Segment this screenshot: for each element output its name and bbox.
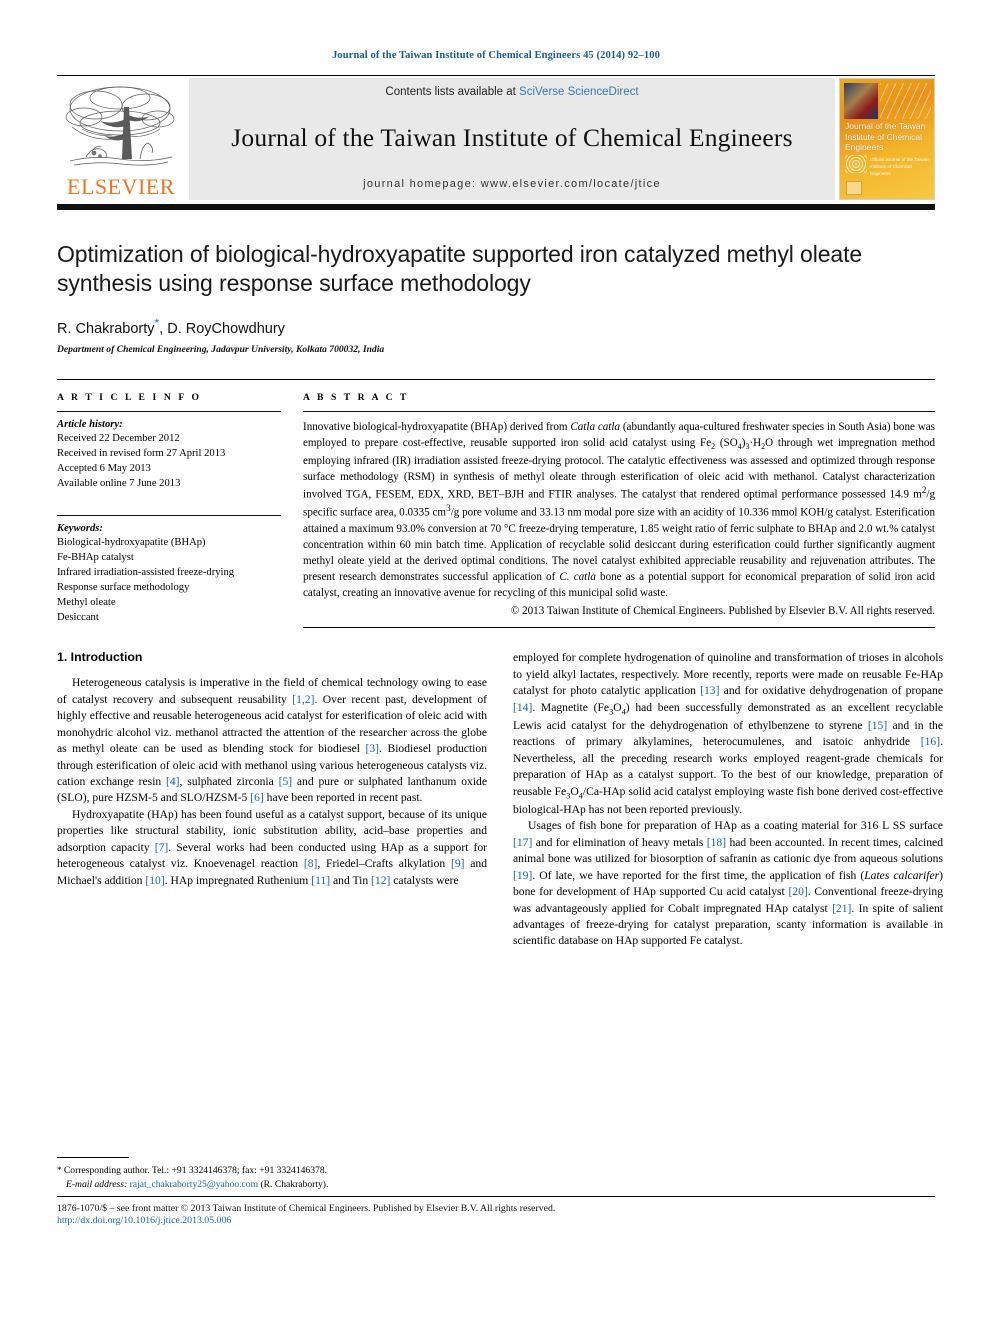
reference-link[interactable]: [3]	[366, 742, 380, 755]
reference-link[interactable]: [19]	[513, 869, 532, 882]
info-abstract-row: A R T I C L E I N F O Article history: R…	[57, 378, 935, 629]
reference-link[interactable]: [20]	[788, 885, 807, 898]
abstract-text: Innovative biological-hydroxyapatite (BH…	[303, 420, 935, 600]
history-received: Received 22 December 2012	[57, 432, 180, 444]
issn-copyright-line: 1876-1070/$ – see front matter © 2013 Ta…	[57, 1203, 556, 1214]
keyword-item: Biological-hydroxyapatite (BHAp)	[57, 536, 206, 548]
history-online: Available online 7 June 2013	[57, 477, 181, 489]
author-primary: R. Chakraborty	[57, 320, 155, 337]
abstract-heading: A B S T R A C T	[303, 391, 409, 403]
cover-publisher-logo-icon	[846, 181, 862, 195]
keywords-rule	[57, 514, 281, 516]
reference-link[interactable]: [4]	[166, 775, 180, 788]
abstract-copyright: © 2013 Taiwan Institute of Chemical Engi…	[510, 605, 935, 618]
elsevier-tree-icon	[65, 86, 175, 166]
abstract-bottom-rule	[303, 627, 935, 629]
abstract-rule	[303, 410, 935, 412]
section-title-introduction: 1. Introduction	[57, 650, 143, 665]
body-column-right: employed for complete hydrogenation of q…	[513, 650, 943, 950]
reference-link[interactable]: [16]	[921, 735, 940, 748]
author-list: R. Chakraborty*, D. RoyChowdhury	[57, 316, 935, 337]
cover-emblem-icon	[845, 155, 867, 173]
body-column-left: 1. Introduction Heterogeneous catalysis …	[57, 650, 487, 950]
reference-link[interactable]: [13]	[700, 684, 719, 697]
article-info-rule	[57, 410, 281, 412]
cover-title: Journal of the Taiwan Institute of Chemi…	[845, 121, 926, 153]
page-footer: 1876-1070/$ – see front matter © 2013 Ta…	[57, 1196, 935, 1226]
footnote-email-suffix: (R. Chakraborty).	[258, 1179, 329, 1191]
reference-link[interactable]: [1,2]	[292, 693, 314, 706]
keywords-label: Keywords:	[57, 522, 103, 534]
footnote-rule	[57, 1157, 129, 1158]
reference-link[interactable]: [15]	[868, 719, 887, 732]
title-block: Optimization of biological-hydroxyapatit…	[57, 240, 935, 355]
contents-prefix: Contents lists available at	[385, 86, 520, 98]
page-title: Optimization of biological-hydroxyapatit…	[57, 241, 863, 297]
reference-link[interactable]: [5]	[279, 775, 293, 788]
keywords-block: Keywords: Biological-hydroxyapatite (BHA…	[57, 514, 281, 625]
article-info-heading: A R T I C L E I N F O	[57, 391, 202, 403]
footnote-corresponding-text: Corresponding author. Tel.: +91 33241463…	[61, 1165, 328, 1176]
affiliation: Department of Chemical Engineering, Jada…	[57, 343, 385, 355]
doi-link[interactable]: http://dx.doi.org/10.1016/j.jtice.2013.0…	[57, 1215, 935, 1226]
keyword-item: Response surface methodology	[57, 581, 190, 593]
reference-link[interactable]: [17]	[513, 836, 532, 849]
keyword-item: Fe-BHAp catalyst	[57, 551, 134, 563]
intro-paragraph-3-continued: employed for complete hydrogenation of q…	[513, 651, 944, 816]
abstract-column: A B S T R A C T Innovative biological-hy…	[303, 392, 935, 629]
reference-link[interactable]: [21]	[832, 902, 851, 915]
reference-link[interactable]: [7]	[155, 841, 169, 854]
paper-page: Journal of the Taiwan Institute of Chemi…	[0, 0, 992, 1323]
journal-title: Journal of the Taiwan Institute of Chemi…	[231, 123, 793, 152]
reference-link[interactable]: [6]	[250, 791, 264, 804]
reference-link[interactable]: [8]	[304, 857, 318, 870]
reference-link[interactable]: [14]	[513, 701, 532, 714]
body-columns: 1. Introduction Heterogeneous catalysis …	[57, 650, 943, 950]
reference-link[interactable]: [11]	[311, 874, 330, 887]
elsevier-wordmark: ELSEVIER	[67, 174, 175, 199]
article-history-label: Article history:	[57, 418, 123, 430]
history-accepted: Accepted 6 May 2013	[57, 462, 151, 474]
history-revised: Received in revised form 27 April 2013	[57, 447, 226, 459]
intro-paragraph-1: Heterogeneous catalysis is imperative in…	[57, 676, 487, 805]
elsevier-logo: ELSEVIER	[57, 78, 185, 200]
contents-list-line: Contents lists available at SciVerse Sci…	[189, 86, 835, 98]
masthead: ELSEVIER Contents lists available at Sci…	[57, 75, 935, 210]
reference-link[interactable]: [12]	[371, 874, 390, 887]
footnote-block: * Corresponding author. Tel.: +91 332414…	[57, 1157, 487, 1193]
footnote-email-link[interactable]: rajat_chakraborty25@yahoo.com	[130, 1179, 258, 1190]
keyword-item: Desiccant	[57, 611, 99, 623]
keyword-item: Methyl oleate	[57, 596, 116, 608]
article-info-column: A R T I C L E I N F O Article history: R…	[57, 392, 303, 629]
sciencedirect-link[interactable]: SciVerse ScienceDirect	[519, 86, 639, 98]
cover-line-pattern	[880, 83, 931, 119]
cover-photo	[844, 83, 878, 119]
masthead-top-rule	[57, 75, 935, 76]
running-head: Journal of the Taiwan Institute of Chemi…	[332, 50, 660, 61]
journal-cover-image: Journal of the Taiwan Institute of Chemi…	[839, 78, 935, 200]
journal-homepage-line[interactable]: journal homepage: www.elsevier.com/locat…	[189, 178, 835, 190]
footnote-email-label: E-mail address:	[66, 1179, 128, 1191]
intro-paragraph-4: Usages of fish bone for preparation of H…	[513, 819, 943, 948]
keyword-item: Infrared irradiation-assisted freeze-dry…	[57, 566, 235, 578]
masthead-center-panel: Contents lists available at SciVerse Sci…	[189, 78, 835, 200]
masthead-bottom-bar	[57, 204, 935, 210]
reference-link[interactable]: [18]	[707, 836, 726, 849]
footnote-corresponding-author: * Corresponding author. Tel.: +91 332414…	[57, 1164, 487, 1193]
author-rest: , D. RoyChowdhury	[159, 320, 285, 337]
reference-link[interactable]: [10]	[145, 874, 164, 887]
reference-link[interactable]: [9]	[451, 857, 465, 870]
intro-paragraph-2: Hydroxyapatite (HAp) has been found usef…	[57, 807, 488, 887]
cover-subtext: Official Journal of the Taiwan Institute…	[870, 157, 929, 176]
